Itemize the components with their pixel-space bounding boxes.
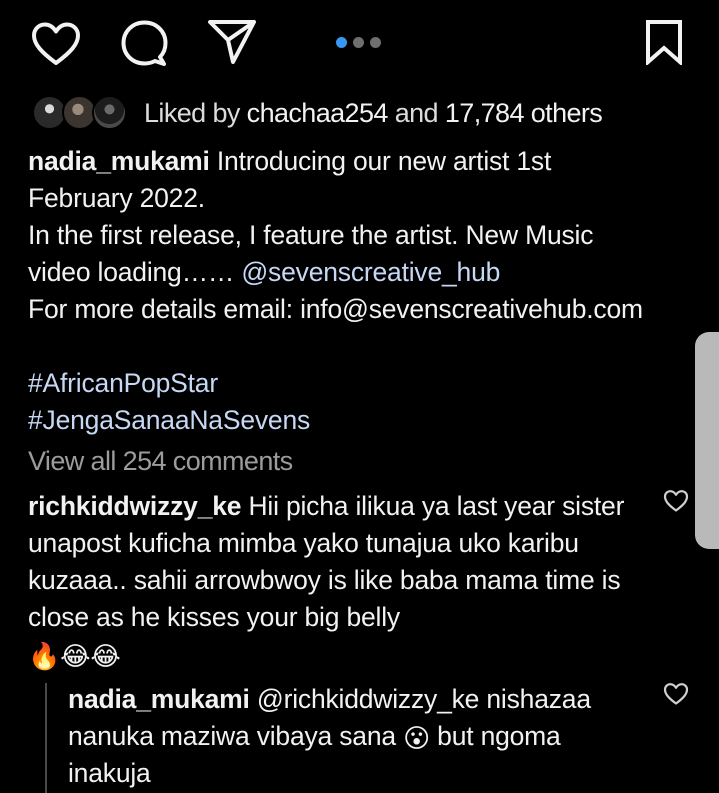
reply-mention-link[interactable]: @richkiddwizzy_ke	[257, 684, 480, 714]
likes-others-link[interactable]: 17,784 others	[445, 98, 603, 128]
caption-line: In the first release, I feature the arti…	[28, 220, 594, 250]
caption-username[interactable]: nadia_mukami	[28, 146, 210, 176]
like-button[interactable]	[30, 20, 82, 68]
likes-connector: and	[394, 97, 439, 128]
reply-username[interactable]: nadia_mukami	[68, 684, 250, 714]
heart-outline-icon	[663, 490, 689, 512]
heart-outline-icon	[663, 683, 689, 705]
hashtag-link[interactable]: #AfricanPopStar	[28, 365, 698, 402]
likes-prefix: Liked by	[144, 97, 240, 128]
carousel-dot-active	[336, 37, 347, 48]
caption-line: video loading……	[28, 257, 235, 287]
reply-like-button[interactable]	[663, 682, 689, 706]
post-caption: nadia_mukami Introducing our new artist …	[28, 143, 698, 439]
avatar	[92, 95, 127, 130]
comment-bubble-icon	[121, 20, 168, 66]
post-action-bar	[0, 0, 719, 88]
heart-outline-icon	[32, 22, 80, 65]
save-button[interactable]	[640, 18, 688, 66]
caption-mention-link[interactable]: @sevenscreative_hub	[241, 257, 500, 287]
reply-item: nadia_mukami @richkiddwizzy_ke nishazaa …	[68, 681, 648, 792]
liker-avatars	[32, 93, 128, 133]
reply-thread-line	[45, 683, 47, 793]
comment-item: richkiddwizzy_ke Hii picha ilikua ya las…	[28, 488, 648, 673]
comment-button[interactable]	[118, 19, 170, 67]
hashtag-link[interactable]: #JengaSanaaNaSevens	[28, 402, 698, 439]
likes-summary[interactable]: Liked by chachaa254 and 17,784 others	[32, 93, 603, 133]
likes-text[interactable]: Liked by chachaa254 and 17,784 others	[144, 97, 603, 129]
comment-like-button[interactable]	[663, 489, 689, 513]
caption-line: Introducing our new artist 1st	[216, 146, 552, 176]
carousel-indicator	[336, 37, 381, 48]
carousel-dot	[353, 37, 364, 48]
caption-line: February 2022.	[28, 183, 205, 213]
paper-plane-icon	[208, 20, 256, 64]
reply-emoji: 😮	[403, 723, 430, 753]
edge-panel-handle[interactable]	[695, 332, 719, 549]
view-all-comments-link[interactable]: View all 254 comments	[28, 446, 293, 477]
carousel-dot	[370, 37, 381, 48]
comment-emojis: 🔥😂😂	[28, 641, 121, 671]
share-button[interactable]	[206, 17, 258, 65]
likes-user-link[interactable]: chachaa254	[247, 98, 389, 128]
bookmark-outline-icon	[646, 20, 682, 65]
caption-email-line: For more details email: info@sevenscreat…	[28, 294, 643, 324]
comment-username[interactable]: richkiddwizzy_ke	[28, 491, 242, 521]
